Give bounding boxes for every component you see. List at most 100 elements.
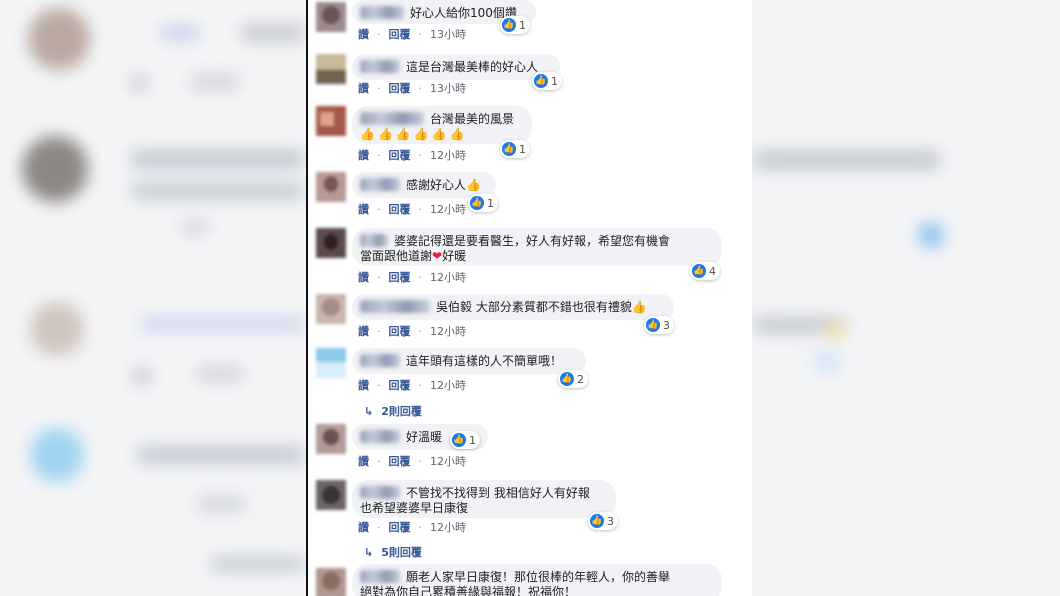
view-replies-link[interactable]: ↳ 5則回覆 <box>364 544 422 560</box>
comment-actions: 讚 · 回覆 · 12小時 <box>358 323 466 339</box>
author-name-blurred[interactable] <box>360 300 430 313</box>
timestamp[interactable]: 13小時 <box>430 26 466 42</box>
timestamp[interactable]: 12小時 <box>430 201 466 217</box>
author-name-blurred[interactable] <box>360 570 400 583</box>
like-icon: 👍 <box>534 74 548 88</box>
author-name-blurred[interactable] <box>360 486 400 499</box>
avatar[interactable] <box>316 172 346 202</box>
comment-actions: 讚 · 回覆 · 12小時 <box>358 201 466 217</box>
avatar[interactable] <box>316 568 346 596</box>
reaction-count[interactable]: 👍 1 <box>450 431 480 449</box>
author-name-blurred[interactable] <box>360 430 400 443</box>
timestamp[interactable]: 12小時 <box>430 377 466 393</box>
like-icon: 👍 <box>502 18 516 32</box>
comment-bubble: 婆婆記得還是要看醫生，好人有好報，希望您有機會 當面跟他道謝❤好暖 <box>352 228 722 266</box>
reply-button[interactable]: 回覆 <box>389 453 411 469</box>
like-icon: 👍 <box>560 372 574 386</box>
reply-button[interactable]: 回覆 <box>389 377 411 393</box>
reply-button[interactable]: 回覆 <box>389 201 411 217</box>
like-icon: 👍 <box>470 196 484 210</box>
author-name-blurred[interactable] <box>360 234 388 247</box>
avatar[interactable] <box>316 228 346 258</box>
comment-text: 好溫暖 <box>406 430 443 444</box>
comment-actions: 讚 · 回覆 · 13小時 <box>358 26 466 42</box>
reply-button[interactable]: 回覆 <box>389 80 411 96</box>
avatar[interactable] <box>316 480 346 510</box>
comment-actions: 讚 · 回覆 · 12小時 <box>358 147 466 163</box>
comment-bubble: 這是台灣最美棒的好心人 <box>352 54 560 80</box>
reply-arrow-icon: ↳ <box>364 545 374 559</box>
reaction-count[interactable]: 👍 1 <box>500 16 530 34</box>
like-button[interactable]: 讚 <box>358 519 369 535</box>
author-name-blurred[interactable] <box>360 354 400 367</box>
reaction-count[interactable]: 👍 1 <box>468 194 498 212</box>
reaction-count[interactable]: 👍 3 <box>644 316 674 334</box>
avatar[interactable] <box>316 294 346 324</box>
reply-button[interactable]: 回覆 <box>389 269 411 285</box>
reaction-count[interactable]: 👍 4 <box>690 262 720 280</box>
comment-text: 婆婆記得還是要看醫生，好人有好報，希望您有機會 <box>394 234 671 248</box>
like-button[interactable]: 讚 <box>358 26 369 42</box>
comment-bubble: 台灣最美的風景 👍👍👍👍👍👍 <box>352 106 532 144</box>
comment-bubble: 願老人家早日康復！那位很棒的年輕人，你的善舉 絕對為你自己累積善緣與福報！祝福你… <box>352 564 722 596</box>
like-button[interactable]: 讚 <box>358 147 369 163</box>
comment-text: 這是台灣最美棒的好心人 <box>406 60 539 74</box>
reaction-count[interactable]: 👍 3 <box>588 512 618 530</box>
reply-button[interactable]: 回覆 <box>389 323 411 339</box>
timestamp[interactable]: 12小時 <box>430 453 466 469</box>
timestamp[interactable]: 12小時 <box>430 269 466 285</box>
reaction-count[interactable]: 👍 1 <box>532 72 562 90</box>
reply-button[interactable]: 回覆 <box>389 147 411 163</box>
heart-icon: ❤ <box>432 249 443 263</box>
comment-text: 願老人家早日康復！那位很棒的年輕人，你的善舉 <box>406 570 671 584</box>
author-name-blurred[interactable] <box>360 60 400 73</box>
reply-button[interactable]: 回覆 <box>389 26 411 42</box>
author-name-blurred[interactable] <box>360 112 424 125</box>
comment-text: 感謝好心人👍 <box>406 178 481 192</box>
timestamp[interactable]: 12小時 <box>430 147 466 163</box>
comment-text: 台灣最美的風景 <box>430 112 515 126</box>
like-button[interactable]: 讚 <box>358 269 369 285</box>
avatar[interactable] <box>316 424 346 454</box>
like-icon: 👍 <box>502 142 516 156</box>
reaction-count[interactable]: 👍 1 <box>500 140 530 158</box>
like-icon: 👍 <box>590 514 604 528</box>
reaction-count[interactable]: 👍 2 <box>558 370 588 388</box>
like-icon: 👍 <box>646 318 660 332</box>
avatar[interactable] <box>316 2 346 32</box>
comment-actions: 讚 · 回覆 · 12小時 <box>358 269 466 285</box>
view-replies-link[interactable]: ↳ 2則回覆 <box>364 403 422 419</box>
comment-bubble: 不管找不找得到 我相信好人有好報 也希望婆婆早日康復 <box>352 480 616 518</box>
reply-button[interactable]: 回覆 <box>389 519 411 535</box>
comment-text: 吳伯毅 大部分素質都不錯也很有禮貌👍 <box>436 300 647 314</box>
like-button[interactable]: 讚 <box>358 323 369 339</box>
timestamp[interactable]: 12小時 <box>430 323 466 339</box>
like-button[interactable]: 讚 <box>358 377 369 393</box>
like-button[interactable]: 讚 <box>358 80 369 96</box>
comment-bubble: 吳伯毅 大部分素質都不錯也很有禮貌👍 <box>352 294 674 320</box>
like-button[interactable]: 讚 <box>358 453 369 469</box>
comment-bubble: 這年頭有這樣的人不簡單哦！ <box>352 348 586 374</box>
avatar[interactable] <box>316 348 346 378</box>
avatar[interactable] <box>316 106 346 136</box>
blurred-background-left <box>0 0 306 596</box>
comment-text: 好心人給你100個讚 <box>410 6 517 20</box>
author-name-blurred[interactable] <box>360 178 400 191</box>
like-button[interactable]: 讚 <box>358 201 369 217</box>
like-icon: 👍 <box>452 433 466 447</box>
timestamp[interactable]: 13小時 <box>430 80 466 96</box>
comment-actions: 讚 · 回覆 · 12小時 <box>358 377 466 393</box>
comment-emoji: 👍👍👍👍👍👍 <box>360 127 468 141</box>
timestamp[interactable]: 12小時 <box>430 519 466 535</box>
like-icon: 👍 <box>692 264 706 278</box>
comment-text: 這年頭有這樣的人不簡單哦！ <box>406 354 563 368</box>
comment-actions: 讚 · 回覆 · 12小時 <box>358 519 466 535</box>
reply-arrow-icon: ↳ <box>364 404 374 418</box>
comments-list: 好心人給你100個讚 👍 1 讚 · 回覆 · 13小時 這是台灣最美棒的好心人 … <box>308 0 752 596</box>
blurred-background-right <box>752 0 1060 596</box>
avatar[interactable] <box>316 54 346 84</box>
comment-actions: 讚 · 回覆 · 13小時 <box>358 80 466 96</box>
comment-text: 不管找不找得到 我相信好人有好報 <box>406 486 590 500</box>
comment-actions: 讚 · 回覆 · 12小時 <box>358 453 466 469</box>
author-name-blurred[interactable] <box>360 6 404 19</box>
